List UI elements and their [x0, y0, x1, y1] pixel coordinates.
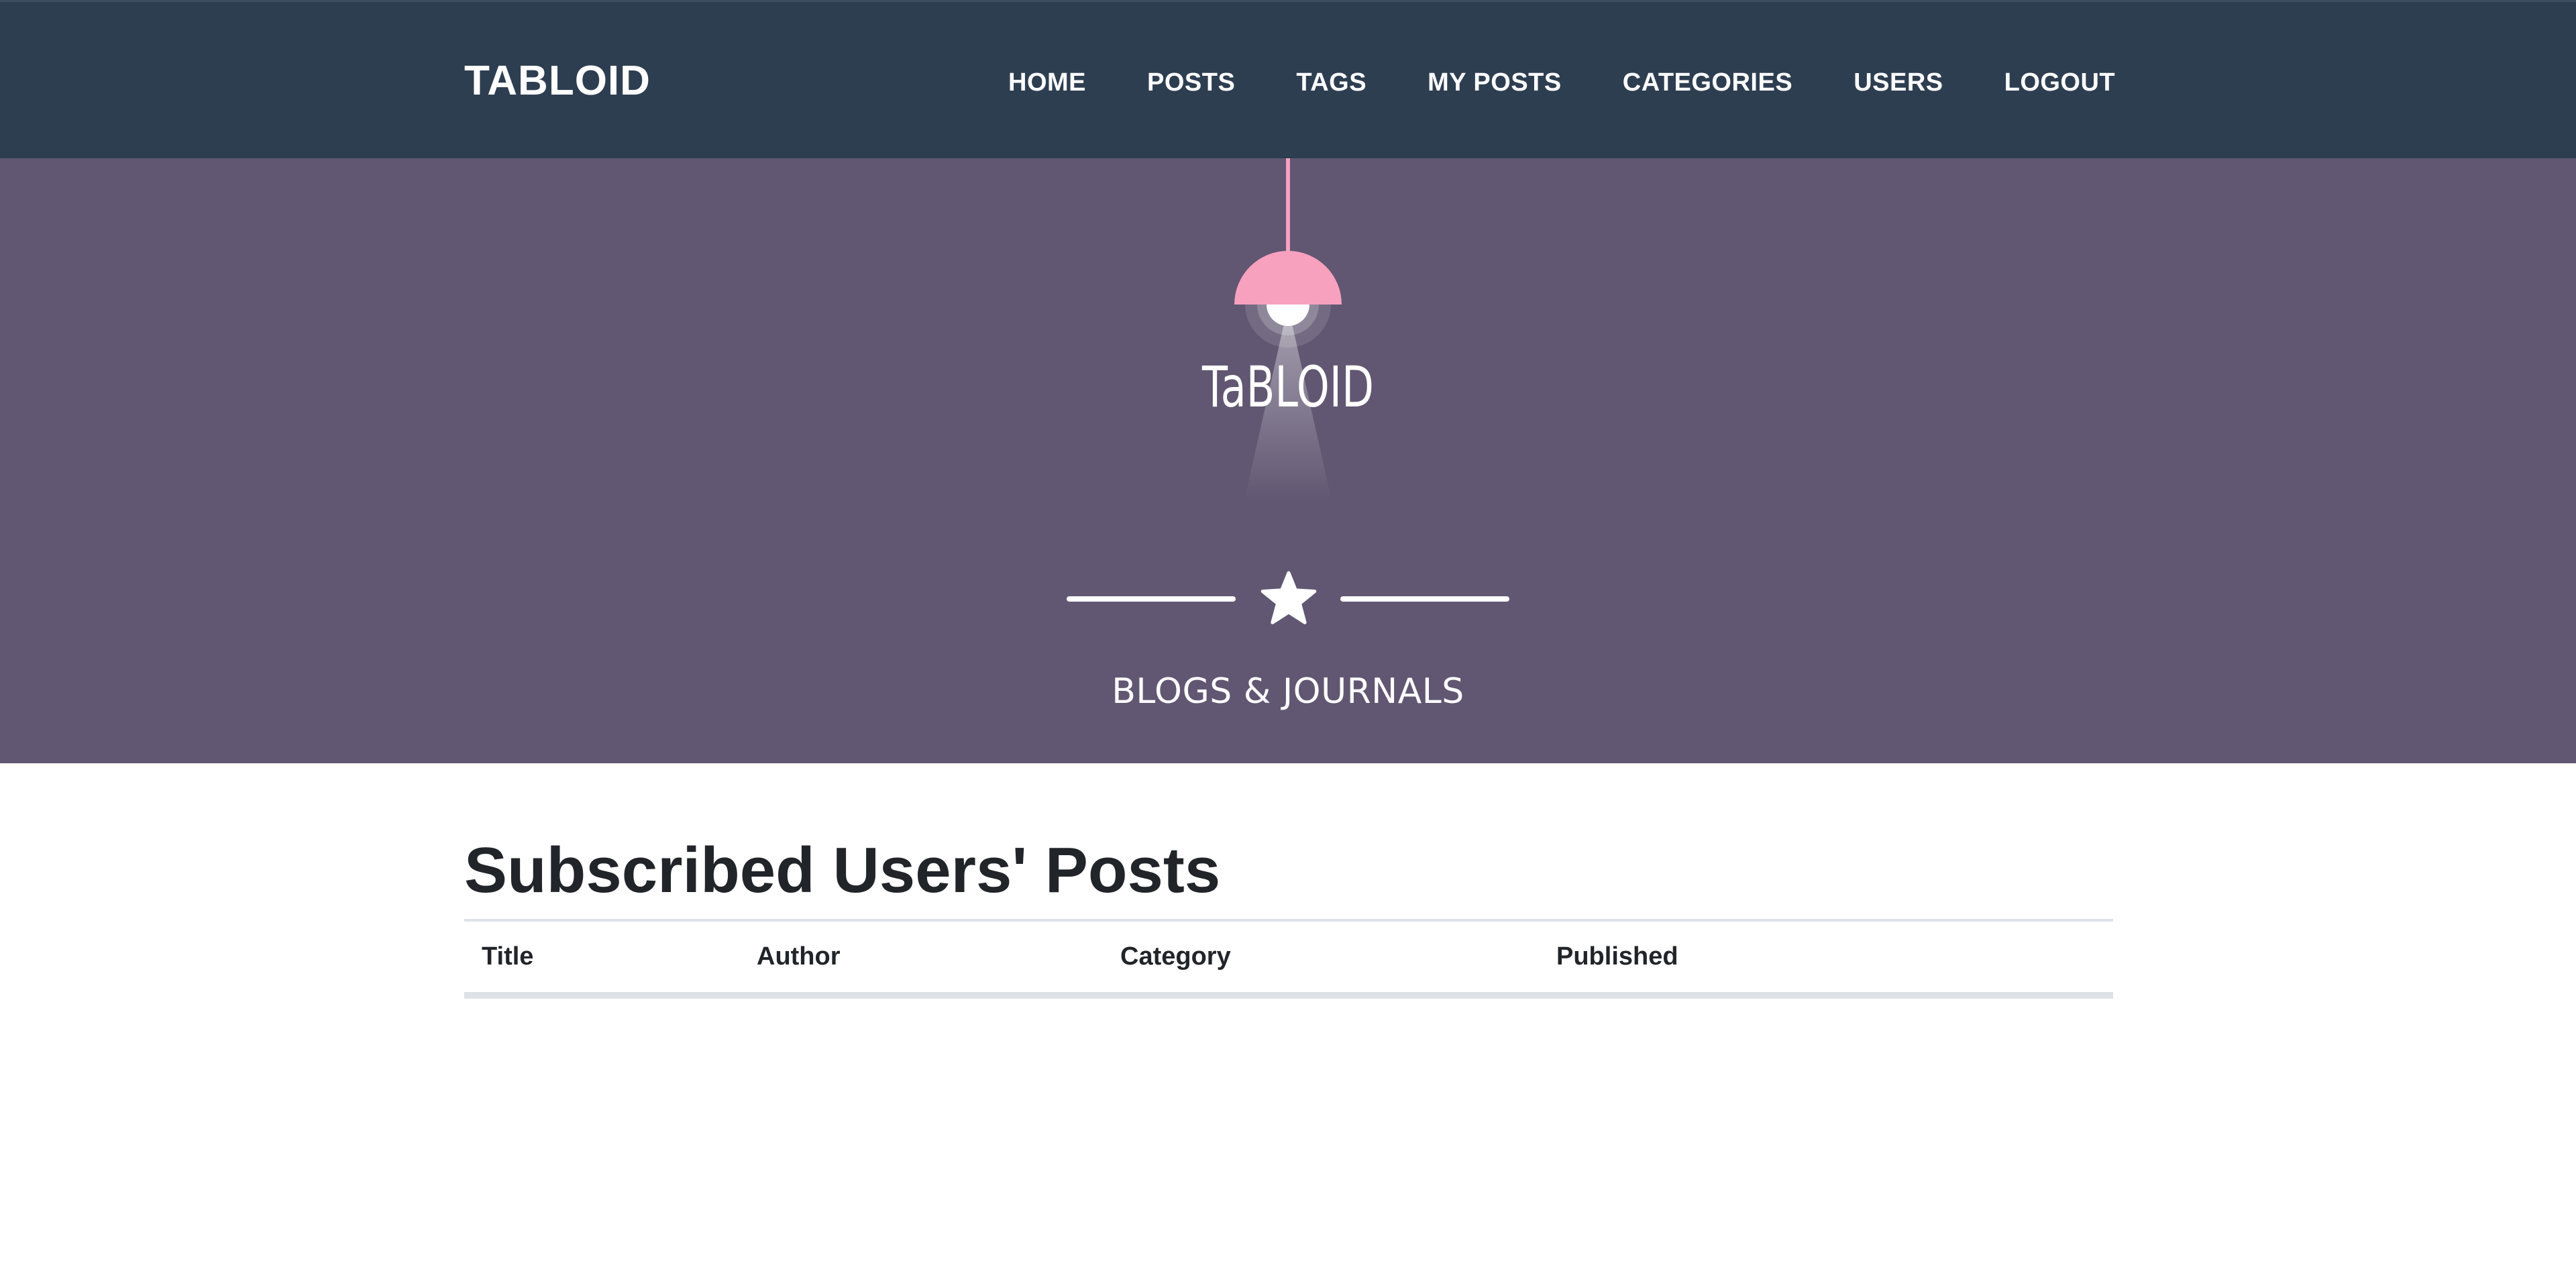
nav-link-posts[interactable]: Posts — [1147, 66, 1235, 99]
top-navbar: TABLOID Home Posts Tags My Posts Categor… — [0, 0, 2576, 158]
nav-link-users[interactable]: Users — [1854, 66, 1943, 99]
tabloid-lamp-logo: TaBLOID — [1201, 158, 1374, 500]
star-icon — [1260, 571, 1317, 624]
navbar-brand[interactable]: TABLOID — [464, 54, 651, 108]
page-title: Subscribed Users' Posts — [464, 834, 1221, 906]
lamp-shade — [1234, 251, 1342, 305]
nav-link-categories[interactable]: Categories — [1623, 66, 1792, 99]
posts-table: Title Author Category Published — [464, 919, 2113, 999]
column-header-published: Published — [1539, 919, 2113, 999]
masthead: TaBLOID BLOGS & JOURNALS — [0, 158, 2576, 763]
nav-link-my-posts[interactable]: My Posts — [1428, 66, 1562, 99]
column-header-title: Title — [464, 919, 739, 999]
masthead-logo-text: TaBLOID — [1201, 354, 1374, 420]
table-header-row: Title Author Category Published — [464, 919, 2113, 999]
nav-link-tags[interactable]: Tags — [1296, 66, 1366, 99]
column-header-author: Author — [739, 919, 1103, 999]
divider-line-left — [1067, 596, 1236, 602]
masthead-subheading: BLOGS & JOURNALS — [1112, 671, 1464, 712]
nav-link-home[interactable]: Home — [1008, 66, 1086, 99]
nav-link-logout[interactable]: Logout — [2004, 66, 2116, 99]
divider-line-right — [1340, 596, 1509, 602]
column-header-category: Category — [1103, 919, 1539, 999]
lamp-cord — [1286, 158, 1290, 254]
nav-links: Home Posts Tags My Posts Categories User… — [1008, 66, 2115, 99]
divider-with-star — [1067, 569, 1509, 630]
